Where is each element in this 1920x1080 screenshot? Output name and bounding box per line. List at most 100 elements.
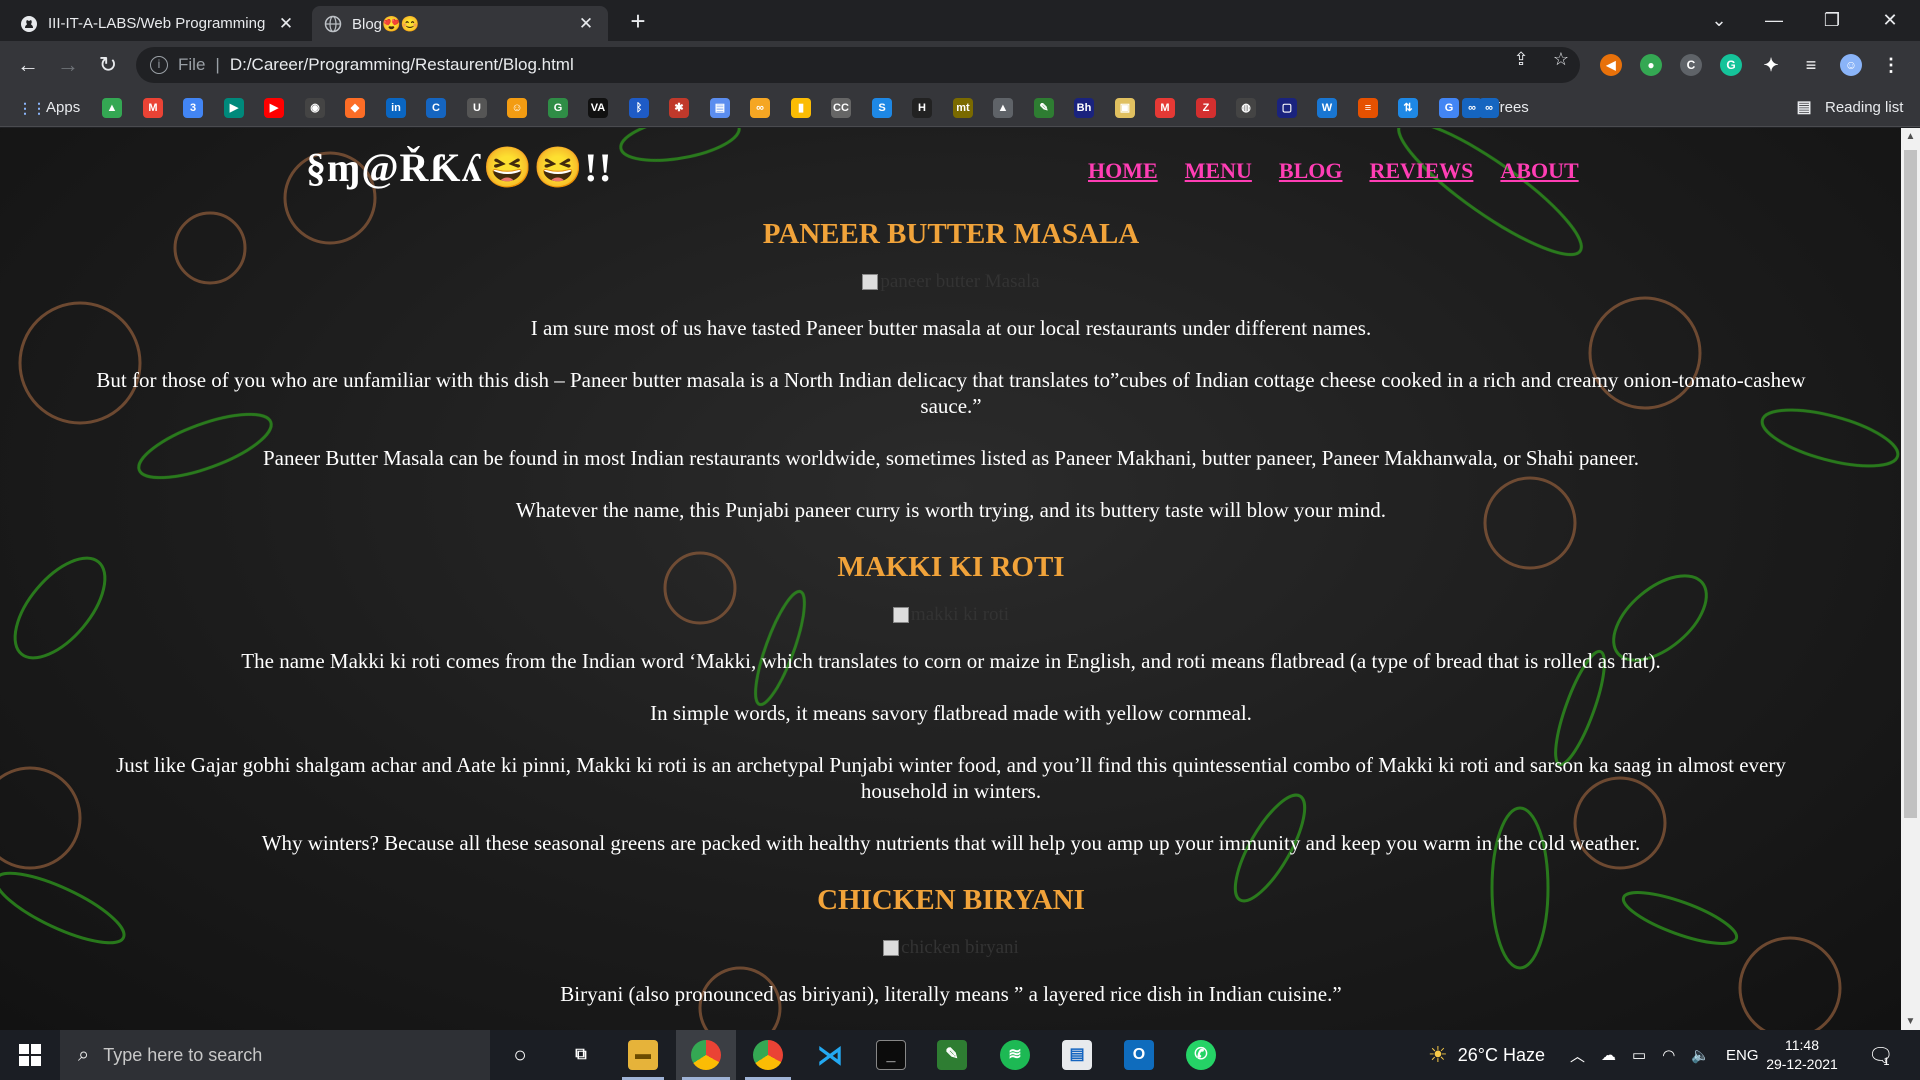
document-icon[interactable]: ▤ (1062, 1040, 1092, 1070)
nav-about-link[interactable]: ABOUT (1500, 158, 1578, 184)
url-text[interactable]: D:/Career/Programming/Restaurent/Blog.ht… (230, 55, 574, 75)
back-button[interactable]: ← (14, 51, 42, 79)
weather-widget[interactable]: ☀ 26°C Haze (1428, 1030, 1545, 1080)
chrome-icon[interactable] (691, 1040, 721, 1070)
info-icon[interactable]: i (150, 56, 168, 74)
show-hidden-icons-icon[interactable]: ︿ (1570, 1045, 1585, 1066)
smile-icon[interactable]: ☺ (507, 98, 527, 118)
square-icon[interactable]: ▢ (1277, 98, 1297, 118)
share-icon[interactable]: ⇪ (1510, 48, 1532, 70)
extensions-puzzle-icon[interactable]: ✦ (1760, 54, 1782, 76)
taskbar-search-box[interactable]: ⌕ Type here to search (60, 1030, 490, 1080)
nav-home-link[interactable]: HOME (1088, 158, 1158, 184)
infinity-icon[interactable]: ∞ (750, 98, 770, 118)
linkedin-icon[interactable]: in (386, 98, 406, 118)
nav-blog-link[interactable]: BLOG (1279, 158, 1343, 184)
u-icon[interactable]: U (467, 98, 487, 118)
w-icon[interactable]: W (1317, 98, 1337, 118)
file-explorer-icon[interactable]: ▬ (628, 1040, 658, 1070)
scroll-thumb[interactable] (1904, 150, 1917, 818)
trees-infinity-icon[interactable]: ∞ (1462, 98, 1482, 118)
arrows-icon[interactable]: ⇅ (1398, 98, 1418, 118)
onedrive-cloud-icon[interactable]: ☁ (1601, 1046, 1616, 1064)
clock[interactable]: 11:48 29-12-2021 (1762, 1036, 1842, 1074)
bar-chart-icon[interactable]: ▮ (791, 98, 811, 118)
nav-menu-link[interactable]: MENU (1185, 158, 1252, 184)
bookmark-star-icon[interactable]: ☆ (1550, 48, 1572, 70)
battery-icon[interactable]: ▭ (1632, 1046, 1646, 1064)
chrome-profile-icon[interactable] (753, 1040, 783, 1070)
address-bar[interactable]: i File | D:/Career/Programming/Restauren… (136, 47, 1580, 83)
doc-icon[interactable]: ▤ (710, 98, 730, 118)
windows-start-button[interactable] (0, 1030, 60, 1080)
extension-c-icon[interactable]: C (1680, 54, 1702, 76)
youtube-icon[interactable]: ▶ (264, 98, 284, 118)
hr-icon[interactable]: H (912, 98, 932, 118)
gift-icon[interactable]: ✱ (669, 98, 689, 118)
cc-icon[interactable]: CC (831, 98, 851, 118)
cortana-icon[interactable]: ○ (505, 1040, 535, 1070)
mountain-icon[interactable]: ▲ (993, 98, 1013, 118)
scroll-up-arrow-icon[interactable]: ▲ (1901, 128, 1920, 145)
reload-button[interactable]: ↻ (94, 51, 122, 79)
whatsapp-icon[interactable]: ✆ (1186, 1040, 1216, 1070)
windows-taskbar: ⌕ Type here to search ○ ⧉ ▬ ⋊ _ ✎ ≋ ▤ O … (0, 1030, 1920, 1080)
weather-text: 26°C Haze (1457, 1044, 1545, 1065)
vscode-icon[interactable]: ⋊ (815, 1040, 845, 1070)
close-icon[interactable]: ✕ (276, 14, 296, 34)
restore-button[interactable]: ❐ (1803, 0, 1861, 41)
reading-list-icon[interactable]: ▤ (1794, 98, 1814, 118)
gmail-icon[interactable]: M (143, 98, 163, 118)
infinity-blue-icon[interactable]: ∞ (1479, 98, 1499, 118)
va-icon[interactable]: VA (588, 98, 608, 118)
menu-kebab-icon[interactable]: ⋮ (1880, 54, 1902, 76)
notification-center-icon[interactable]: 🗨 1 (1868, 1030, 1893, 1080)
c-icon[interactable]: C (426, 98, 446, 118)
gfg-icon[interactable]: G (548, 98, 568, 118)
notepad-plus-icon[interactable]: ✎ (937, 1040, 967, 1070)
tab-blog[interactable]: Blog😍😊 ✕ (312, 6, 608, 41)
new-tab-button[interactable]: + (624, 8, 652, 36)
nav-reviews-link[interactable]: REVIEWS (1369, 158, 1473, 184)
tab-search-icon[interactable]: ⌄ (1690, 0, 1748, 41)
tab-github[interactable]: III-IT-A-LABS/Web Programming ✕ (8, 6, 308, 41)
google-icon[interactable]: G (1439, 98, 1459, 118)
globe-icon[interactable]: ◍ (1236, 98, 1256, 118)
outlook-icon[interactable]: O (1124, 1040, 1154, 1070)
terminal-icon[interactable]: _ (876, 1040, 906, 1070)
s-icon[interactable]: S (872, 98, 892, 118)
scroll-down-arrow-icon[interactable]: ▼ (1901, 1013, 1920, 1030)
page-scrollbar[interactable]: ▲ ▼ (1901, 128, 1920, 1030)
volume-icon[interactable]: 🔈 (1691, 1046, 1710, 1064)
mt-icon[interactable]: mt (953, 98, 973, 118)
gitlab-icon[interactable]: ◆ (345, 98, 365, 118)
forward-button[interactable]: → (54, 51, 82, 79)
stack-icon[interactable]: ≡ (1358, 98, 1378, 118)
apps-grid-icon[interactable]: ⋮⋮ (18, 98, 46, 118)
apps-label[interactable]: Apps (46, 99, 80, 116)
profile-avatar[interactable]: ☺ (1840, 54, 1862, 76)
section-chicken-biryani: CHICKEN BIRYANI chicken biryani Biryani … (96, 884, 1806, 1007)
extension-megaphone-icon[interactable]: ◀ (1600, 54, 1622, 76)
minimize-button[interactable]: — (1745, 0, 1803, 41)
wifi-icon[interactable]: ◠ (1662, 1046, 1675, 1064)
language-indicator[interactable]: ENG (1726, 1047, 1759, 1064)
drive-icon[interactable]: ▲ (102, 98, 122, 118)
feather-icon[interactable]: ✎ (1034, 98, 1054, 118)
close-window-button[interactable]: ✕ (1861, 0, 1919, 41)
zoom-icon[interactable]: Z (1196, 98, 1216, 118)
spotify-icon[interactable]: ≋ (1000, 1040, 1030, 1070)
close-icon[interactable]: ✕ (576, 14, 596, 34)
meet-icon[interactable]: ▶ (224, 98, 244, 118)
m-red-icon[interactable]: M (1155, 98, 1175, 118)
grammarly-icon[interactable]: G (1720, 54, 1742, 76)
reading-list-label[interactable]: Reading list (1825, 99, 1903, 116)
image-icon[interactable]: ▣ (1115, 98, 1135, 118)
extension-green-icon[interactable]: ● (1640, 54, 1662, 76)
github-icon[interactable]: ◉ (305, 98, 325, 118)
task-view-icon[interactable]: ⧉ (566, 1040, 596, 1070)
calendar-icon[interactable]: 3 (183, 98, 203, 118)
bluetooth-icon[interactable]: ᛒ (629, 98, 649, 118)
reading-queue-icon[interactable]: ≡ (1800, 54, 1822, 76)
bh-icon[interactable]: Bh (1074, 98, 1094, 118)
